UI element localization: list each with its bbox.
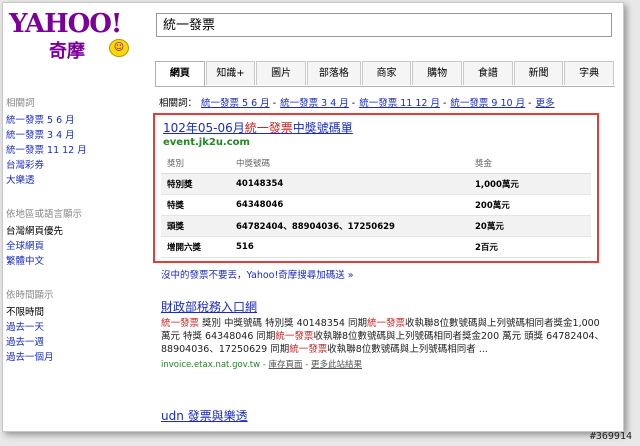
snippet-text: 獎別 中獎號碼 特別獎 40148354 同期: [199, 318, 367, 329]
related-more-link[interactable]: 更多: [536, 98, 555, 109]
table-cell: 特獎: [161, 194, 230, 216]
sidebar-region-selected: 台灣網頁優先: [6, 226, 64, 237]
cache-link[interactable]: 庫存頁面: [269, 360, 303, 370]
sidebar-related-link[interactable]: 統一發票 3 4 月: [6, 128, 146, 143]
tab-dictionary[interactable]: 字典: [564, 61, 615, 85]
table-row: 頭獎 64782404、88904036、17250629 20萬元: [161, 215, 591, 237]
search-tabs: 網頁 知識+ 圖片 部落格 商家 購物 食譜 新聞 字典: [155, 61, 615, 87]
result-url: invoice.etax.nat.gov.tw: [161, 360, 261, 370]
table-row: 增開六獎 516 2百元: [161, 236, 591, 258]
smiley-icon: ☺: [109, 39, 129, 57]
table-cell: 64348046: [230, 194, 469, 216]
browser-page: YAHOO! 奇摩 ☺ 統一發票 網頁 知識+ 圖片 部落格 商家 購物 食譜 …: [2, 2, 624, 432]
related-link[interactable]: 統一發票 9 10 月: [450, 98, 525, 109]
tab-news[interactable]: 新聞: [513, 61, 564, 85]
tab-knowledge[interactable]: 知識+: [205, 61, 256, 85]
sidebar-related-link[interactable]: 統一發票 5 6 月: [6, 113, 146, 128]
snippet-keyword: 統一發票: [366, 318, 405, 329]
tab-blog[interactable]: 部落格: [307, 61, 361, 85]
tab-shopping[interactable]: 購物: [412, 61, 462, 85]
featured-result-url: event.jk2u.com: [163, 137, 250, 148]
result-footer: invoice.etax.nat.gov.tw - 庫存頁面 - 更多此站結果: [161, 360, 363, 370]
result-title-link[interactable]: udn 發票與樂透: [161, 407, 611, 424]
logo-sub: 奇摩: [49, 41, 85, 62]
featured-result-highlight: 102年05-06月統一發票中獎號碼單 event.jk2u.com 獎別 中獎…: [153, 113, 599, 263]
tab-shops[interactable]: 商家: [361, 61, 412, 85]
title-keyword: 統一發票: [244, 121, 293, 135]
table-cell: 200萬元: [469, 194, 591, 216]
table-row: 特獎 64348046 200萬元: [161, 194, 591, 216]
table-header: 獎別: [161, 153, 230, 174]
table-cell: 特別獎: [161, 173, 230, 195]
yahoo-logo[interactable]: YAHOO! 奇摩 ☺: [9, 9, 129, 62]
related-searches-bar: 相關詞： 統一發票 5 6 月 - 統一發票 3 4 月 - 統一發票 11 12 月-統…: [159, 98, 555, 109]
prize-table: 獎別 中獎號碼 獎金 特別獎 40148354 1,000萬元 特獎 64348…: [161, 153, 591, 258]
search-result: udn 發票與樂透: [161, 407, 611, 426]
sidebar-time-heading: 依時間顯示: [6, 290, 54, 301]
featured-result-title[interactable]: 102年05-06月統一發票中獎號碼單: [163, 119, 353, 136]
logo-brand: YAHOO!: [9, 9, 122, 39]
promo-link[interactable]: 沒中的發票不要丟，Yahoo!奇摩搜尋加碼送 »: [161, 267, 354, 281]
sidebar-time-link[interactable]: 過去一個月: [6, 350, 146, 365]
table-cell: 1,000萬元: [469, 173, 591, 195]
title-part: 102年05-06月: [163, 121, 245, 135]
table-row: 特別獎 40148354 1,000萬元: [161, 173, 591, 195]
related-link[interactable]: 統一發票 5 6 月: [201, 98, 270, 109]
sidebar-time-selected: 不限時間: [6, 307, 45, 318]
snippet-keyword: 統一發票: [289, 344, 328, 355]
sidebar: 相關詞 統一發票 5 6 月 統一發票 3 4 月 統一發票 11 12 月 台…: [6, 95, 146, 377]
snippet-keyword: 統一發票: [161, 318, 200, 329]
watermark: #369914: [589, 431, 632, 442]
sidebar-region-link[interactable]: 全球網頁: [6, 239, 146, 254]
sidebar-related-link[interactable]: 大樂透: [6, 173, 146, 188]
tab-web[interactable]: 網頁: [155, 61, 205, 87]
table-header: 中獎號碼: [230, 153, 469, 174]
tab-divider: [155, 86, 615, 87]
table-cell: 40148354: [230, 173, 469, 195]
search-input[interactable]: 統一發票: [156, 13, 612, 37]
sidebar-region-link[interactable]: 繁體中文: [6, 254, 146, 269]
table-cell: 516: [230, 236, 469, 258]
sidebar-region-heading: 依地區或語言顯示: [6, 209, 83, 220]
table-cell: 頭獎: [161, 215, 230, 237]
more-site-link[interactable]: 更多此站結果: [311, 360, 362, 370]
table-cell: 64782404、88904036、17250629: [230, 215, 469, 237]
sidebar-time-link[interactable]: 過去一週: [6, 335, 146, 350]
table-header: 獎金: [469, 153, 591, 174]
tab-images[interactable]: 圖片: [256, 61, 307, 85]
tab-recipes[interactable]: 食譜: [463, 61, 513, 85]
table-cell: 2百元: [469, 236, 591, 258]
sidebar-related-link[interactable]: 台灣彩券: [6, 158, 146, 173]
table-cell: 20萬元: [469, 215, 591, 237]
sidebar-time-link[interactable]: 過去一天: [6, 320, 146, 335]
result-snippet: 統一發票 獎別 中獎號碼 特別獎 40148354 同期統一發票收執聯8位數號碼…: [161, 317, 611, 356]
related-link[interactable]: 統一發票 11 12 月: [359, 98, 440, 109]
title-part: 中獎號碼單: [292, 121, 353, 135]
snippet-keyword: 統一發票: [275, 331, 314, 342]
search-result: 財政部稅務入口網 統一發票 獎別 中獎號碼 特別獎 40148354 同期統一發…: [161, 298, 611, 370]
snippet-text: 收執聯8位數號碼與上列號碼相同者 ...: [327, 344, 488, 355]
table-cell: 增開六獎: [161, 236, 230, 258]
result-title-link[interactable]: 財政部稅務入口網: [161, 298, 611, 315]
related-label: 相關詞：: [159, 98, 198, 109]
sidebar-related-heading: 相關詞: [6, 98, 35, 109]
sidebar-related-link[interactable]: 統一發票 11 12 月: [6, 143, 146, 158]
related-link[interactable]: 統一發票 3 4 月: [280, 98, 349, 109]
